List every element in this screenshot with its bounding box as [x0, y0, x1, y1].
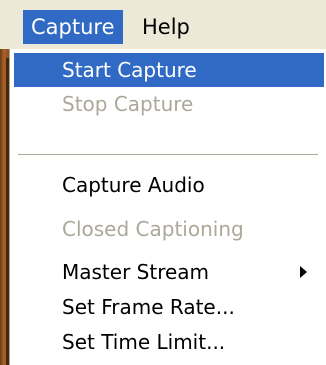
menu-item-stop-capture: Stop Capture: [62, 92, 194, 116]
menu-item-master-stream-label: Master Stream: [62, 260, 210, 284]
menu-item-set-frame-rate[interactable]: Set Frame Rate...: [14, 290, 324, 324]
menu-help[interactable]: Help: [134, 10, 198, 44]
submenu-arrow-icon: [300, 266, 307, 278]
application-window: Capture Help Start Capture Stop Capture …: [0, 0, 326, 365]
menu-item-capture-audio[interactable]: Capture Audio: [14, 168, 324, 202]
menu-item-closed-captioning: Closed Captioning: [62, 217, 244, 241]
capture-dropdown-menu: Start Capture Stop Capture Capture Audio…: [9, 49, 326, 365]
menu-item-master-stream[interactable]: Master Stream: [14, 255, 324, 289]
menu-separator: [18, 154, 318, 156]
menu-item-start-capture[interactable]: Start Capture: [14, 53, 324, 87]
menu-item-set-time-limit[interactable]: Set Time Limit...: [14, 325, 324, 359]
menu-capture[interactable]: Capture: [23, 10, 123, 44]
menu-bar: Capture Help: [0, 0, 326, 49]
